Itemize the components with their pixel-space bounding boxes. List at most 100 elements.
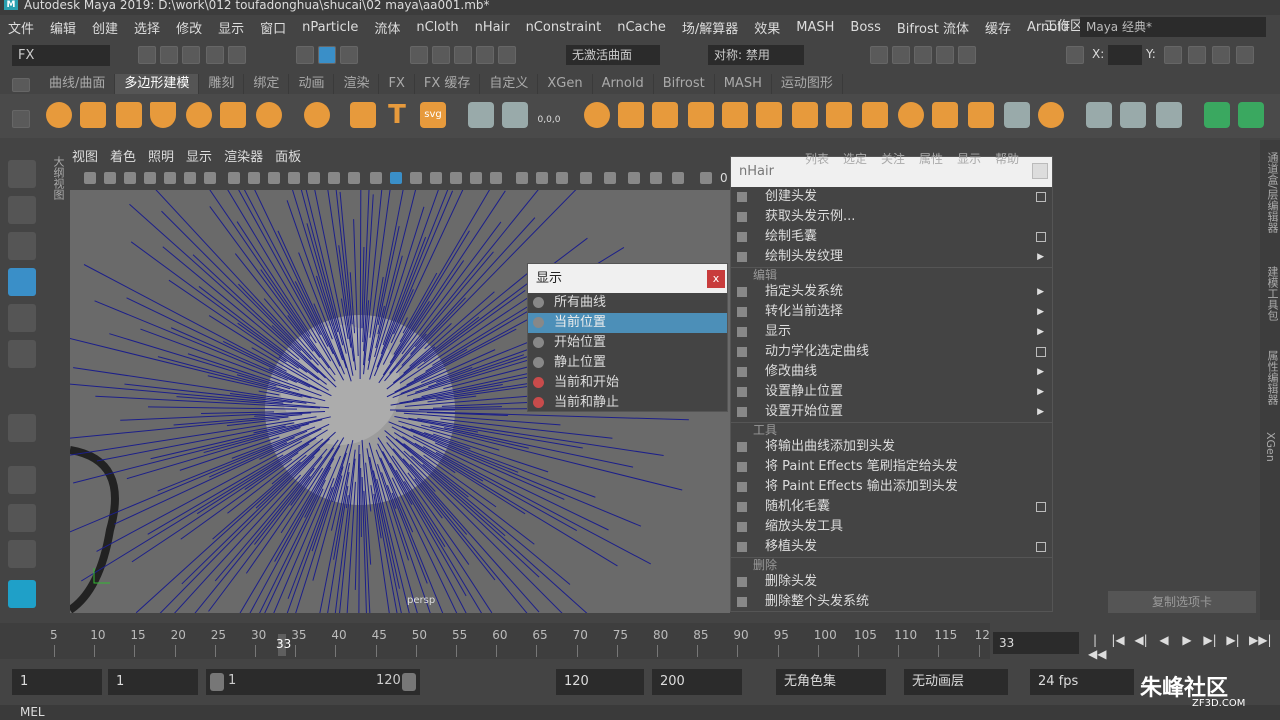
bridge-icon[interactable]	[756, 102, 782, 128]
shelf-tab[interactable]: MASH	[715, 74, 772, 94]
sidebar-tab[interactable]: XGen	[1264, 432, 1277, 462]
target-weld-icon[interactable]	[968, 102, 994, 128]
maya-m-icon[interactable]	[8, 580, 36, 608]
symmetry-field[interactable]: 对称: 禁用	[708, 45, 804, 65]
menu-item[interactable]: nHair	[467, 20, 518, 35]
playback-start-field[interactable]: 1	[108, 669, 198, 695]
svg-icon[interactable]: svg	[420, 102, 446, 128]
shelf-tab[interactable]: 自定义	[480, 74, 539, 94]
ambient-occlusion-icon[interactable]	[490, 172, 502, 184]
shelf-tab[interactable]: Bifrost	[654, 74, 715, 94]
display-option-item[interactable]: 静止位置	[528, 353, 727, 373]
extrude-icon[interactable]	[792, 102, 818, 128]
transform-icon[interactable]	[1066, 46, 1084, 64]
channel-box-menu[interactable]: 帮助	[995, 150, 1019, 168]
poly-plane-icon[interactable]	[220, 102, 246, 128]
save-scene-icon[interactable]	[182, 46, 200, 64]
new-scene-icon[interactable]	[138, 46, 156, 64]
menu-item[interactable]: 文件	[0, 18, 42, 37]
nhair-menu-item[interactable]: 将输出曲线添加到头发	[731, 437, 1052, 457]
nhair-menu-item[interactable]: 指定头发系统 ▶	[731, 282, 1052, 302]
render-current-icon[interactable]	[892, 46, 910, 64]
rotate-tool-icon[interactable]	[8, 304, 36, 332]
shelf-tab[interactable]: FX	[379, 74, 415, 94]
shelf-tab[interactable]: 动画	[289, 74, 335, 94]
motion-blur-icon[interactable]	[516, 172, 528, 184]
go-to-start-icon[interactable]: |◀◀	[1088, 633, 1106, 661]
poly-sphere-icon[interactable]	[46, 102, 72, 128]
render-settings-icon[interactable]	[936, 46, 954, 64]
shelf-tab[interactable]: 多边形建模	[115, 74, 200, 94]
smooth-icon[interactable]	[652, 102, 678, 128]
menu-item[interactable]: Bifrost 流体	[889, 18, 977, 37]
measure-icon[interactable]	[502, 102, 528, 128]
separate-icon[interactable]	[618, 102, 644, 128]
shelf-settings-icon[interactable]	[12, 110, 30, 128]
display-option-item[interactable]: 所有曲线	[528, 293, 727, 313]
redo-icon[interactable]	[228, 46, 246, 64]
fill-hole-icon[interactable]	[898, 102, 924, 128]
option-box-icon[interactable]	[1036, 192, 1046, 202]
poly-cube-icon[interactable]	[80, 102, 106, 128]
range-start-handle[interactable]	[210, 673, 224, 691]
coordinate-icon[interactable]: 0,0,0	[536, 102, 562, 128]
move-tool-icon[interactable]	[8, 268, 36, 296]
menu-item[interactable]: 显示	[210, 18, 252, 37]
anim-layer-select[interactable]: 无动画层	[904, 669, 1008, 695]
hud-toggle-icon[interactable]	[650, 172, 662, 184]
step-back-key-icon[interactable]: |◀	[1111, 633, 1125, 647]
poly-type-icon[interactable]: T	[384, 102, 410, 128]
nhair-menu-item[interactable]: 转化当前选择 ▶	[731, 302, 1052, 322]
playback-end-field[interactable]: 120	[556, 669, 644, 695]
grid-toggle-icon[interactable]	[204, 172, 216, 184]
range-end-handle[interactable]	[402, 673, 416, 691]
two-pane-icon[interactable]	[8, 540, 36, 568]
four-pane-icon[interactable]	[8, 504, 36, 532]
bevel-icon[interactable]	[826, 102, 852, 128]
wireframe-icon[interactable]	[370, 172, 382, 184]
shelf-tab[interactable]: Arnold	[593, 74, 654, 94]
smooth-shade-icon[interactable]	[390, 172, 402, 184]
menu-item[interactable]: nParticle	[294, 20, 366, 35]
uv-editor-icon[interactable]	[1086, 102, 1112, 128]
film-gate-icon[interactable]	[228, 172, 240, 184]
use-lights-icon[interactable]	[450, 172, 462, 184]
nhair-menu-item[interactable]: 随机化毛囊	[731, 497, 1052, 517]
nhair-menu-item[interactable]: 修改曲线 ▶	[731, 362, 1052, 382]
menu-item[interactable]: MASH	[788, 20, 842, 35]
render-view-icon[interactable]	[870, 46, 888, 64]
platonic-solid-icon[interactable]	[304, 102, 330, 128]
poly-torus-icon[interactable]	[186, 102, 212, 128]
nhair-menu-item[interactable]: 将 Paint Effects 输出添加到头发	[731, 477, 1052, 497]
snap-point-icon[interactable]	[454, 46, 472, 64]
option-box-icon[interactable]	[1036, 542, 1046, 552]
channel-box-menu[interactable]: 列表	[805, 150, 829, 168]
nhair-menu-item[interactable]: 删除头发	[731, 572, 1052, 592]
planar-map-icon[interactable]	[1120, 102, 1146, 128]
menu-item[interactable]: 创建	[84, 18, 126, 37]
nhair-menu-item[interactable]: 显示 ▶	[731, 322, 1052, 342]
viewport-menu-item[interactable]: 渲染器	[218, 148, 269, 168]
nhair-menu-item[interactable]: 缩放头发工具	[731, 517, 1052, 537]
menu-item[interactable]: 修改	[168, 18, 210, 37]
nhair-menu-item[interactable]: 创建头发	[731, 187, 1052, 207]
poly-cone-icon[interactable]	[150, 102, 176, 128]
channel-box-menu[interactable]: 关注	[881, 150, 905, 168]
menu-item[interactable]: nConstraint	[518, 20, 610, 35]
select-tool-icon[interactable]	[8, 160, 36, 188]
nhair-menu-item[interactable]: 绘制毛囊	[731, 227, 1052, 247]
viewport-menu-item[interactable]: 照明	[142, 148, 180, 168]
step-back-frame-icon[interactable]: ◀|	[1134, 633, 1148, 647]
multi-cut-icon[interactable]	[932, 102, 958, 128]
menu-item[interactable]: 流体	[366, 18, 408, 37]
hypershade-icon[interactable]	[958, 46, 976, 64]
snap-curve-icon[interactable]	[432, 46, 450, 64]
outliner-toggle-icon[interactable]	[1188, 46, 1206, 64]
step-forward-frame-icon[interactable]: ▶|	[1203, 633, 1217, 647]
append-poly-icon[interactable]	[862, 102, 888, 128]
snap-surface-icon[interactable]	[498, 46, 516, 64]
display-option-item[interactable]: 当前位置	[528, 313, 727, 333]
pivot-tool-icon[interactable]	[8, 414, 36, 442]
menu-item[interactable]: 选择	[126, 18, 168, 37]
snap-grid-icon[interactable]	[410, 46, 428, 64]
